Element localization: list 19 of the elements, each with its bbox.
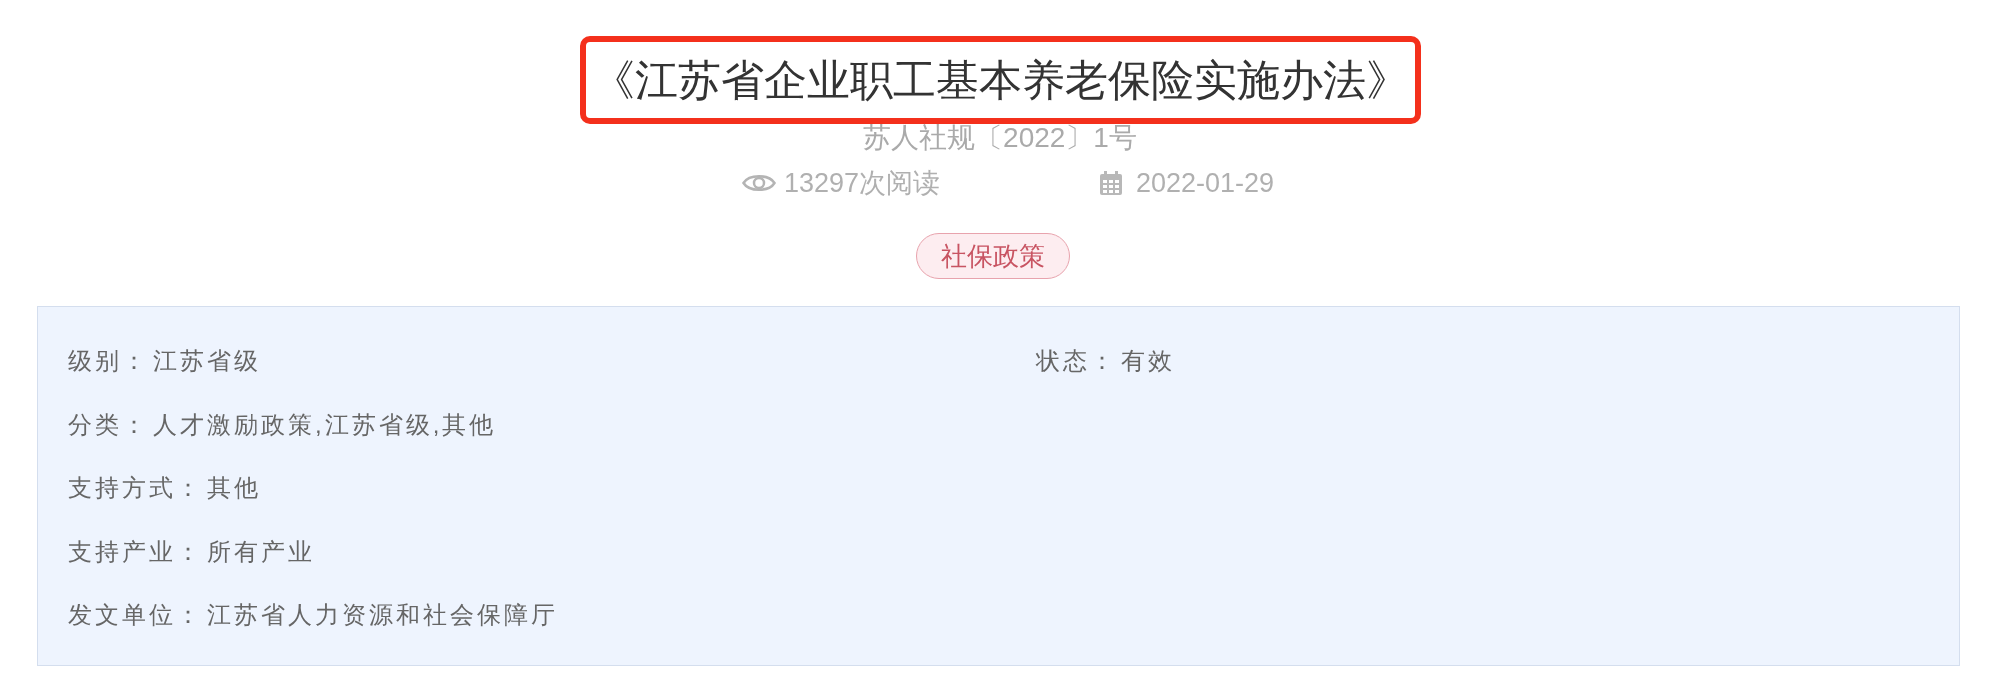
article-title: 《江苏省企业职工基本养老保险实施办法》 [591,55,1409,106]
publish-date: 2022-01-29 [1136,168,1275,198]
calendar-icon [1100,171,1122,195]
field-value: 江苏省级 [153,346,261,376]
field-value: 所有产业 [207,536,315,567]
field-label: 分类： [68,409,149,440]
field-label: 状态： [1036,346,1117,376]
document-number: 苏人社规〔2022〕1号 [863,122,1137,154]
field-value: 人才激励政策,江苏省级,其他 [153,409,497,440]
field-value: 其他 [207,473,261,503]
field-label: 发文单位： [68,600,203,630]
field-label: 支持产业： [68,536,203,567]
category-tag[interactable]: 社保政策 [916,233,1070,279]
field-value: 有效 [1121,346,1175,376]
field-label: 支持方式： [68,473,203,503]
field-label: 级别： [68,346,149,376]
view-count: 13297次阅读 [783,168,940,198]
eye-icon [741,172,776,194]
field-value: 江苏省人力资源和社会保障厅 [207,600,558,630]
